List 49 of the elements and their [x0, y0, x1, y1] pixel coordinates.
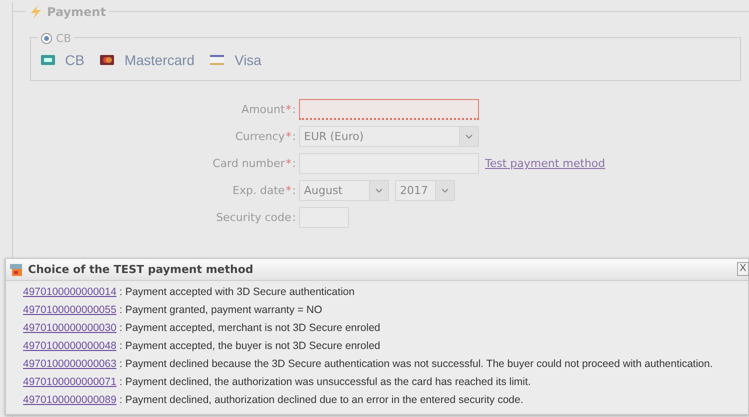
close-button[interactable]: X	[737, 262, 749, 276]
lightning-icon	[29, 5, 43, 19]
card-icon	[41, 55, 55, 65]
card-icon	[210, 55, 224, 65]
group-title: CB	[56, 32, 72, 44]
required-marker: *	[286, 130, 292, 143]
test-payment-link[interactable]: Test payment method	[485, 157, 606, 170]
radio-button[interactable]	[41, 32, 52, 44]
card-number-link[interactable]: 4970100000000048	[23, 340, 116, 352]
required-marker: *	[286, 184, 292, 197]
label-colon: :	[292, 103, 296, 116]
field-label: Card number	[212, 157, 285, 170]
caret-icon	[465, 134, 473, 139]
select-field[interactable]: EUR (Euro)	[299, 126, 479, 147]
field-label: Amount	[242, 103, 285, 116]
required-marker: *	[286, 103, 292, 116]
label-colon: :	[292, 184, 296, 197]
card-label: Mastercard	[124, 52, 194, 68]
caret-icon	[375, 188, 383, 193]
test-card-row-text: 4970100000000055 : Payment granted, payment warranty = NO	[23, 303, 324, 318]
field-label: Currency	[235, 130, 285, 143]
card-number-link[interactable]: 4970100000000014	[23, 286, 116, 298]
select-field[interactable]: August	[299, 180, 389, 201]
label-colon: :	[292, 211, 296, 224]
test-card-row-text: 4970100000000048 : Payment accepted, the buyer is not 3D Secure enroled	[23, 339, 382, 354]
input-field[interactable]	[299, 99, 479, 120]
dialog-title: Choice of the TEST payment method	[28, 263, 254, 276]
card-number-link[interactable]: 4970100000000030	[23, 322, 116, 334]
test-card-row-text: 4970100000000089 : Payment declined, authorization declined due to an error in the entered security code.	[23, 393, 524, 408]
label-colon: :	[292, 157, 296, 170]
card-icon	[100, 55, 114, 65]
card-icon	[9, 262, 23, 276]
card-number-link[interactable]: 4970100000000071	[23, 376, 116, 388]
test-card-row-text: 4970100000000030 : Payment accepted, merchant is not 3D Secure enroled	[23, 321, 382, 336]
card-number-link[interactable]: 4970100000000063	[23, 358, 116, 370]
card-number-link[interactable]: 4970100000000055	[23, 304, 116, 316]
field-label: Security code	[216, 211, 292, 224]
field-label: Exp. date	[232, 184, 285, 197]
required-marker: *	[286, 157, 292, 170]
select-field[interactable]: 2017	[395, 180, 455, 201]
label-colon: :	[292, 130, 296, 143]
caret-icon	[441, 188, 449, 193]
card-number-link[interactable]: 4970100000000089	[23, 394, 116, 406]
card-label: CB	[65, 52, 84, 68]
test-card-row-text: 4970100000000063 : Payment declined because the 3D Secure authentication was not successful. The buyer could not proceed with authentication.	[23, 357, 714, 372]
test-card-row-text: 4970100000000014 : Payment accepted with 3D Secure authentication	[23, 285, 356, 300]
card-label: Visa	[234, 52, 262, 68]
panel-title: Payment	[47, 5, 106, 19]
test-card-row-text: 4970100000000071 : Payment declined, the authorization was unsuccessful as the card has reached its limit.	[23, 375, 532, 390]
